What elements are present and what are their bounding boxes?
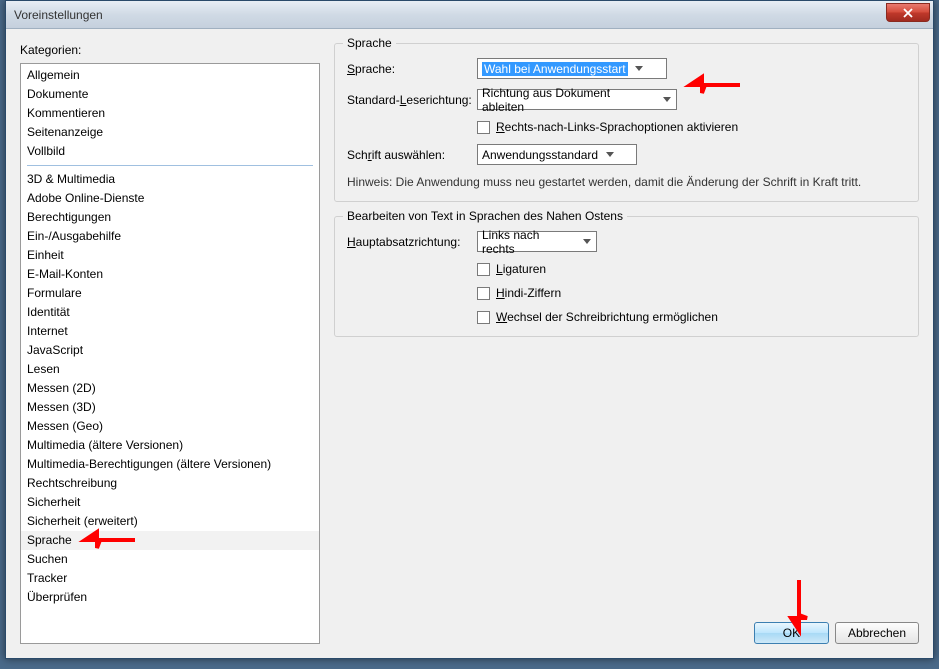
list-item[interactable]: Messen (3D) [21, 398, 319, 417]
list-item[interactable]: 3D & Multimedia [21, 170, 319, 189]
list-item[interactable]: Suchen [21, 550, 319, 569]
switch-direction-checkbox[interactable] [477, 311, 490, 324]
window-title: Voreinstellungen [14, 8, 103, 22]
list-item[interactable]: Vollbild [21, 142, 319, 161]
list-item[interactable]: Multimedia (ältere Versionen) [21, 436, 319, 455]
cancel-button[interactable]: Abbrechen [835, 622, 919, 644]
reading-direction-dropdown[interactable]: Richtung aus Dokument ableiten [477, 89, 677, 110]
ok-button[interactable]: OK [754, 622, 829, 644]
language-group: Sprache Sprache: Wahl bei Anwendungsstar… [334, 43, 919, 202]
hindi-digits-label: Hindi-Ziffern [496, 286, 561, 300]
titlebar[interactable]: Voreinstellungen [6, 1, 933, 29]
list-item[interactable]: JavaScript [21, 341, 319, 360]
dialog-buttons: OK Abbrechen [754, 622, 919, 644]
list-item[interactable]: Sprache [21, 531, 319, 550]
categories-panel: Kategorien: AllgemeinDokumenteKommentier… [20, 43, 320, 644]
chevron-down-icon [659, 97, 674, 102]
content-area: Kategorien: AllgemeinDokumenteKommentier… [6, 29, 933, 658]
list-item[interactable]: Messen (2D) [21, 379, 319, 398]
chevron-down-icon [602, 152, 617, 157]
list-separator [27, 165, 313, 166]
list-item[interactable]: Internet [21, 322, 319, 341]
list-item[interactable]: Dokumente [21, 85, 319, 104]
switch-direction-label: Wechsel der Schreibrichtung ermöglichen [496, 310, 718, 324]
list-item[interactable]: Rechtschreibung [21, 474, 319, 493]
list-item[interactable]: Formulare [21, 284, 319, 303]
reading-direction-label: Standard-Leserichtung: [347, 93, 477, 107]
list-item[interactable]: Tracker [21, 569, 319, 588]
ligatures-label: Ligaturen [496, 262, 546, 276]
hindi-digits-checkbox[interactable] [477, 287, 490, 300]
list-item[interactable]: Seitenanzeige [21, 123, 319, 142]
categories-list[interactable]: AllgemeinDokumenteKommentierenSeitenanze… [20, 63, 320, 644]
list-item[interactable]: Überprüfen [21, 588, 319, 607]
list-item[interactable]: Sicherheit (erweitert) [21, 512, 319, 531]
paragraph-direction-dropdown[interactable]: Links nach rechts [477, 231, 597, 252]
list-item[interactable]: E-Mail-Konten [21, 265, 319, 284]
restart-hint: Hinweis: Die Anwendung muss neu gestarte… [347, 175, 906, 189]
group-title-me: Bearbeiten von Text in Sprachen des Nahe… [343, 209, 627, 223]
rtl-options-label: Rechts-nach-Links-Sprachoptionen aktivie… [496, 120, 738, 134]
list-item[interactable]: Kommentieren [21, 104, 319, 123]
paragraph-direction-label: Hauptabsatzrichtung: [347, 235, 477, 249]
font-dropdown[interactable]: Anwendungsstandard [477, 144, 637, 165]
rtl-options-checkbox[interactable] [477, 121, 490, 134]
close-icon [903, 8, 913, 18]
settings-panel: Sprache Sprache: Wahl bei Anwendungsstar… [320, 43, 919, 644]
list-item[interactable]: Sicherheit [21, 493, 319, 512]
middle-east-group: Bearbeiten von Text in Sprachen des Nahe… [334, 216, 919, 337]
preferences-window: Voreinstellungen Kategorien: AllgemeinDo… [5, 0, 934, 659]
close-button[interactable] [886, 3, 930, 22]
list-item[interactable]: Adobe Online-Dienste [21, 189, 319, 208]
list-item[interactable]: Ein-/Ausgabehilfe [21, 227, 319, 246]
language-dropdown[interactable]: Wahl bei Anwendungsstart [477, 58, 667, 79]
list-item[interactable]: Lesen [21, 360, 319, 379]
chevron-down-icon [632, 66, 647, 71]
list-item[interactable]: Multimedia-Berechtigungen (ältere Versio… [21, 455, 319, 474]
categories-label: Kategorien: [20, 43, 320, 57]
language-label: Sprache: [347, 62, 477, 76]
list-item[interactable]: Messen (Geo) [21, 417, 319, 436]
list-item[interactable]: Einheit [21, 246, 319, 265]
list-item[interactable]: Allgemein [21, 66, 319, 85]
list-item[interactable]: Identität [21, 303, 319, 322]
font-label: Schrift auswählen: [347, 148, 477, 162]
list-item[interactable]: Berechtigungen [21, 208, 319, 227]
group-title-language: Sprache [343, 36, 396, 50]
chevron-down-icon [579, 239, 594, 244]
ligatures-checkbox[interactable] [477, 263, 490, 276]
